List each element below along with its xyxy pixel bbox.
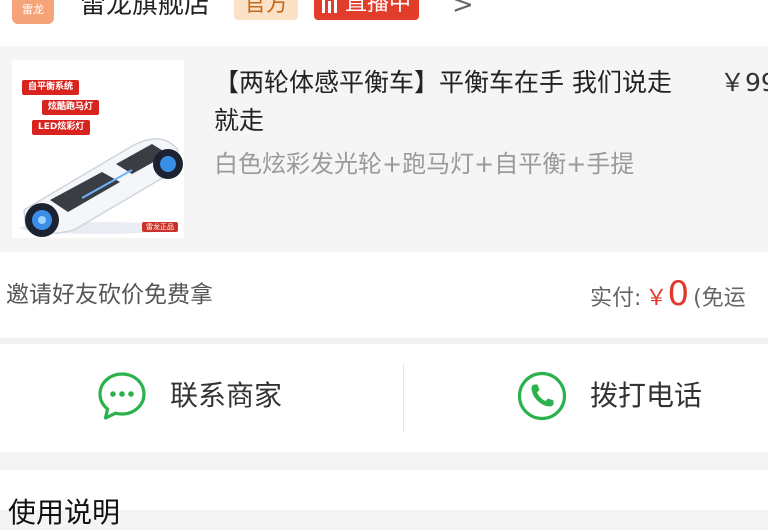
product-price: ￥99 (720, 68, 768, 97)
product-image[interactable]: 自平衡系统 炫酷跑马灯 LED炫彩灯 雷龙正品 (12, 60, 184, 238)
store-name[interactable]: 雷龙旗舰店 (80, 0, 210, 22)
usage-title: 使用说明 (8, 496, 121, 529)
contact-merchant-label: 联系商家 (170, 379, 283, 412)
live-badge-label: 直播中 (345, 0, 412, 16)
product-spec: 白色炫彩发光轮+跑马灯+自平衡+手提 (214, 150, 635, 178)
paid-label: 实付: (590, 286, 642, 311)
hoverboard-illustration (20, 138, 183, 237)
shipping-note: (免运 (693, 286, 746, 311)
call-phone-button[interactable]: 拨打电话 (516, 370, 702, 422)
invite-text[interactable]: 邀请好友砍价免费拿 (6, 278, 213, 312)
image-corner-badge: 雷龙正品 (142, 222, 178, 232)
product-title[interactable]: 【两轮体感平衡车】平衡车在手 我们说走就走 (214, 64, 694, 140)
amount-value: 0 (667, 274, 690, 314)
chevron-right-icon[interactable]: > (452, 0, 474, 22)
contact-merchant-button[interactable]: 联系商家 (96, 370, 282, 422)
currency-symbol: ￥ (645, 286, 668, 311)
live-badge[interactable]: 直播中 (314, 0, 420, 20)
phone-icon (517, 371, 567, 421)
official-badge: 官方 (234, 0, 299, 20)
store-logo: 雷龙 (12, 0, 54, 24)
live-bars-icon (322, 0, 337, 13)
chat-bubble-icon (98, 372, 146, 420)
call-phone-label: 拨打电话 (590, 379, 703, 412)
action-divider (403, 364, 404, 432)
section-spacer (0, 452, 768, 470)
paid-amount: 实付: ￥0 (免运 (590, 274, 746, 319)
